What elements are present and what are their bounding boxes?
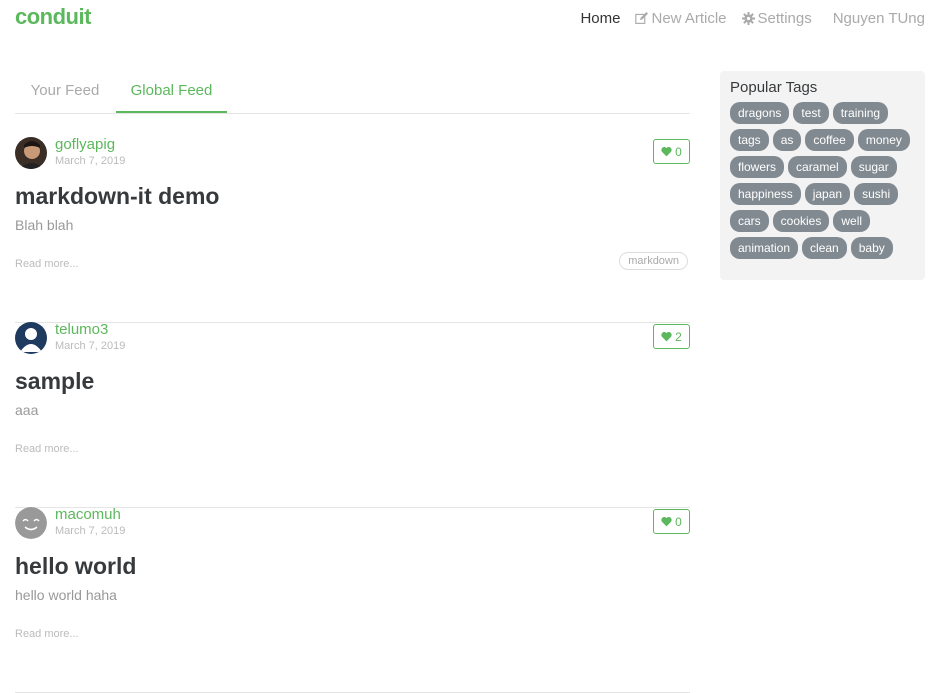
heart-icon [661, 517, 672, 527]
read-more-link[interactable]: Read more... [15, 258, 79, 270]
tag-pill[interactable]: sugar [850, 156, 897, 178]
nav-profile-link[interactable]: Nguyen TUng [833, 10, 925, 27]
tag-pill[interactable]: cookies [772, 210, 830, 232]
read-more-link[interactable]: Read more... [15, 628, 79, 640]
author-link[interactable]: goflyapig [55, 136, 115, 153]
popular-tags-sidebar: Popular Tags dragons test training tags … [720, 71, 925, 280]
nav-home-label: Home [580, 10, 621, 27]
heart-icon [661, 332, 672, 342]
tab-your-feed[interactable]: Your Feed [15, 72, 115, 112]
article-description: hello world haha [15, 587, 117, 603]
article-date: March 7, 2019 [55, 155, 126, 167]
tag-pill[interactable]: cars [730, 210, 769, 232]
nav-user-label: Nguyen TUng [832, 10, 925, 27]
article-date: March 7, 2019 [55, 525, 126, 537]
avatar[interactable] [15, 507, 47, 539]
nav-settings-label: Settings [757, 10, 812, 27]
article-tag-list: markdown [619, 252, 688, 270]
favorite-count: 2 [675, 329, 682, 344]
favorite-count: 0 [675, 144, 682, 159]
tag-pill[interactable]: flowers [730, 156, 785, 178]
author-link[interactable]: telumo3 [55, 321, 108, 338]
favorite-button[interactable]: 0 [653, 509, 690, 534]
nav-new-article-label: New Article [651, 10, 727, 27]
article-date: March 7, 2019 [55, 340, 126, 352]
tag-pill[interactable]: baby [850, 237, 893, 259]
tag-pill[interactable]: as [772, 129, 802, 151]
edit-icon [635, 12, 649, 24]
article-title[interactable]: sample [15, 368, 94, 395]
tag-pill[interactable]: money [857, 129, 910, 151]
tag-pill[interactable]: well [833, 210, 871, 232]
tag-pill[interactable]: tags [730, 129, 769, 151]
tag-pill[interactable]: training [832, 102, 889, 124]
tag-pill[interactable]: coffee [805, 129, 854, 151]
tag-pill[interactable]: sushi [854, 183, 899, 205]
tab-global-feed[interactable]: Global Feed [116, 72, 227, 113]
nav-new-article-link[interactable]: New Article [635, 10, 727, 27]
article-tag: markdown [619, 252, 688, 270]
tag-pill[interactable]: test [793, 102, 829, 124]
tag-pill[interactable]: clean [802, 237, 847, 259]
nav-links: Home New Article Settings Nguyen TUng [580, 10, 925, 27]
heart-icon [661, 147, 672, 157]
article-preview: telumo3 March 7, 2019 2 sample aaa Read … [15, 321, 690, 508]
navbar: conduit Home New Article Settings Nguyen… [0, 0, 948, 40]
favorite-count: 0 [675, 514, 682, 529]
tag-pill[interactable]: happiness [730, 183, 801, 205]
nav-home-link[interactable]: Home [580, 10, 620, 27]
favorite-button[interactable]: 2 [653, 324, 690, 349]
article-preview: macomuh March 7, 2019 0 hello world hell… [15, 506, 690, 693]
article-title[interactable]: hello world [15, 553, 136, 580]
tag-pill[interactable]: caramel [788, 156, 847, 178]
tag-pill[interactable]: animation [730, 237, 799, 259]
feed-toggle: Your Feed Global Feed [15, 72, 690, 114]
favorite-button[interactable]: 0 [653, 139, 690, 164]
tag-list: dragons test training tags as coffee mon… [730, 102, 915, 259]
avatar[interactable] [15, 137, 47, 169]
brand-logo[interactable]: conduit [15, 4, 91, 30]
nav-settings-link[interactable]: Settings [741, 10, 812, 27]
tag-pill[interactable]: dragons [730, 102, 790, 124]
article-preview: goflyapig March 7, 2019 0 markdown-it de… [15, 136, 690, 323]
article-description: aaa [15, 402, 39, 418]
avatar[interactable] [15, 322, 47, 354]
sidebar-heading: Popular Tags [730, 79, 818, 96]
article-description: Blah blah [15, 217, 74, 233]
tag-pill[interactable]: japan [804, 183, 851, 205]
read-more-link[interactable]: Read more... [15, 443, 79, 455]
author-link[interactable]: macomuh [55, 506, 121, 523]
article-title[interactable]: markdown-it demo [15, 183, 219, 210]
gear-icon [741, 12, 755, 25]
